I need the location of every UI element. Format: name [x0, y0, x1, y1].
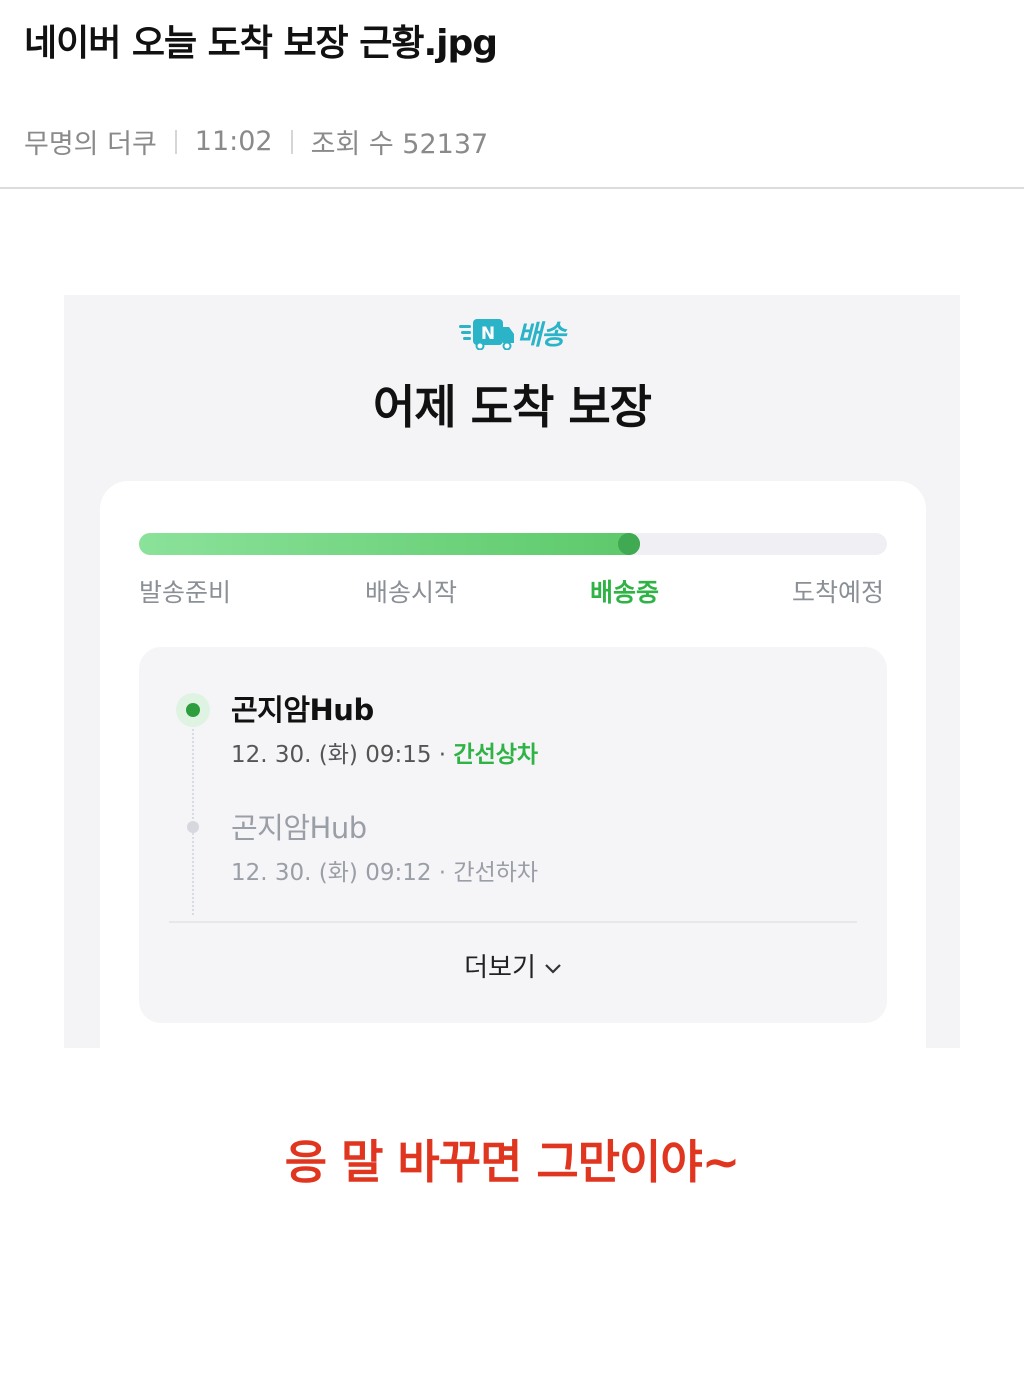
header-divider: [0, 187, 1024, 189]
more-button[interactable]: 더보기: [139, 947, 887, 984]
post-meta: 무명의 더쿠 11:02 조회 수 52137: [24, 122, 488, 161]
delivery-progress-bar: [139, 533, 887, 555]
step-label: 배송시작: [365, 578, 458, 607]
embedded-screenshot: N 배송 어제 도착 보장 발송준비 배송시작 배송중 도착예정 곤지암Hub …: [64, 295, 960, 1048]
current-status-dot: [186, 703, 200, 717]
screenshot-title: 어제 도착 보장: [373, 380, 652, 434]
progress-steps: 발송준비 배송시작 배송중 도착예정: [139, 573, 887, 613]
brand-badge: N: [481, 324, 495, 344]
post-title: 네이버 오늘 도착 보장 근황.jpg: [24, 23, 498, 64]
post-time: 11:02: [194, 126, 273, 157]
timeline-divider: [169, 921, 857, 923]
view-count: 조회 수 52137: [310, 129, 489, 160]
event-detail: 12. 30. (화) 09:12 · 간선하차: [231, 853, 538, 887]
progress-fill: [139, 533, 640, 555]
post-caption: 응 말 바꾸면 그만이야~: [284, 1135, 740, 1189]
more-label: 더보기: [464, 953, 536, 983]
event-separator: ·: [431, 742, 454, 768]
brand-text: 배송: [517, 320, 566, 351]
step-label: 발송준비: [139, 578, 232, 607]
brand-logo: N 배송: [64, 313, 960, 352]
chevron-down-icon: [545, 963, 561, 974]
event-location: 곤지암Hub: [231, 693, 374, 727]
event-status: 간선상차: [453, 742, 539, 768]
timeline-line: [192, 705, 194, 915]
progress-knob: [618, 533, 640, 555]
event-status: 간선하차: [453, 860, 539, 886]
post-header: 네이버 오늘 도착 보장 근황.jpg 무명의 더쿠 11:02 조회 수 52…: [0, 0, 1024, 189]
event-datetime: 12. 30. (화) 09:15: [231, 742, 432, 768]
event-separator: ·: [431, 860, 454, 886]
meta-divider: [174, 129, 177, 154]
author-name[interactable]: 무명의 더쿠: [24, 122, 157, 161]
past-status-dot: [187, 821, 199, 833]
event-datetime: 12. 30. (화) 09:12: [231, 860, 432, 886]
event-detail: 12. 30. (화) 09:15 · 간선상차: [231, 735, 538, 769]
meta-divider: [290, 129, 293, 154]
tracking-timeline: 곤지암Hub 12. 30. (화) 09:15 · 간선상차 곤지암Hub 1…: [139, 647, 887, 1023]
delivery-card: 발송준비 배송시작 배송중 도착예정 곤지암Hub 12. 30. (화) 09…: [100, 481, 926, 1048]
event-location: 곤지암Hub: [231, 811, 367, 845]
step-label: 배송중: [590, 578, 660, 607]
delivery-truck-icon: N: [459, 318, 515, 350]
step-label: 도착예정: [792, 578, 885, 607]
